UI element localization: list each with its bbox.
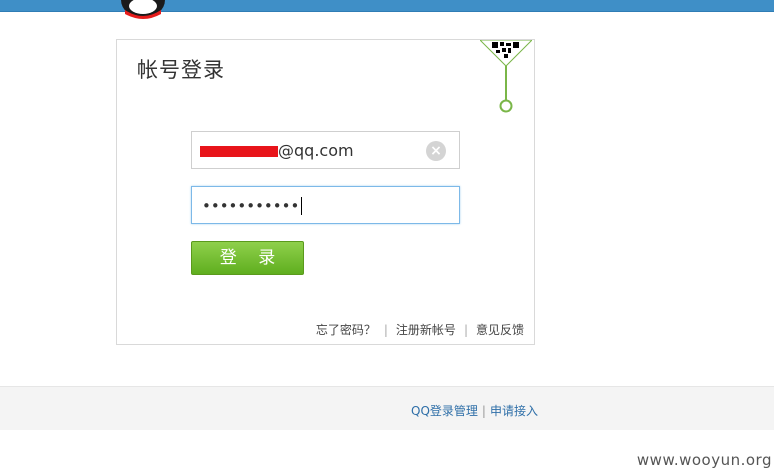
top-bar bbox=[0, 0, 774, 12]
qq-login-manage-link[interactable]: QQ登录管理 bbox=[411, 404, 478, 418]
feedback-link[interactable]: 意见反馈 bbox=[476, 323, 524, 337]
login-button[interactable]: 登 录 bbox=[191, 241, 304, 275]
register-link[interactable]: 注册新帐号 bbox=[396, 323, 456, 337]
help-links: 忘了密码？ | 注册新帐号 | 意见反馈 bbox=[316, 321, 524, 338]
redacted-username-mark bbox=[200, 146, 278, 157]
qr-code-login-icon[interactable] bbox=[480, 40, 532, 116]
forgot-password-link[interactable]: 忘了密码？ bbox=[316, 323, 376, 337]
link-separator: | bbox=[463, 323, 468, 337]
username-field[interactable]: @qq.com × bbox=[191, 131, 460, 169]
apply-access-link[interactable]: 申请接入 bbox=[490, 404, 538, 418]
watermark: www.wooyun.org bbox=[636, 451, 772, 469]
qq-penguin-logo bbox=[121, 0, 165, 19]
footer-separator: | bbox=[481, 404, 486, 418]
footer: QQ登录管理 | 申请接入 bbox=[0, 386, 774, 430]
login-title: 帐号登录 bbox=[137, 58, 225, 82]
password-field[interactable]: ••••••••••• bbox=[191, 186, 460, 224]
login-panel: 帐号登录 @qq.com × ••••••••••• 登 录 忘了密码？ | 注册新… bbox=[116, 39, 535, 345]
footer-links: QQ登录管理 | 申请接入 bbox=[411, 402, 538, 419]
clear-input-icon[interactable]: × bbox=[426, 141, 446, 161]
link-separator: | bbox=[383, 323, 388, 337]
username-value: @qq.com bbox=[278, 141, 354, 160]
password-value: ••••••••••• bbox=[202, 197, 300, 215]
text-caret bbox=[301, 197, 302, 215]
